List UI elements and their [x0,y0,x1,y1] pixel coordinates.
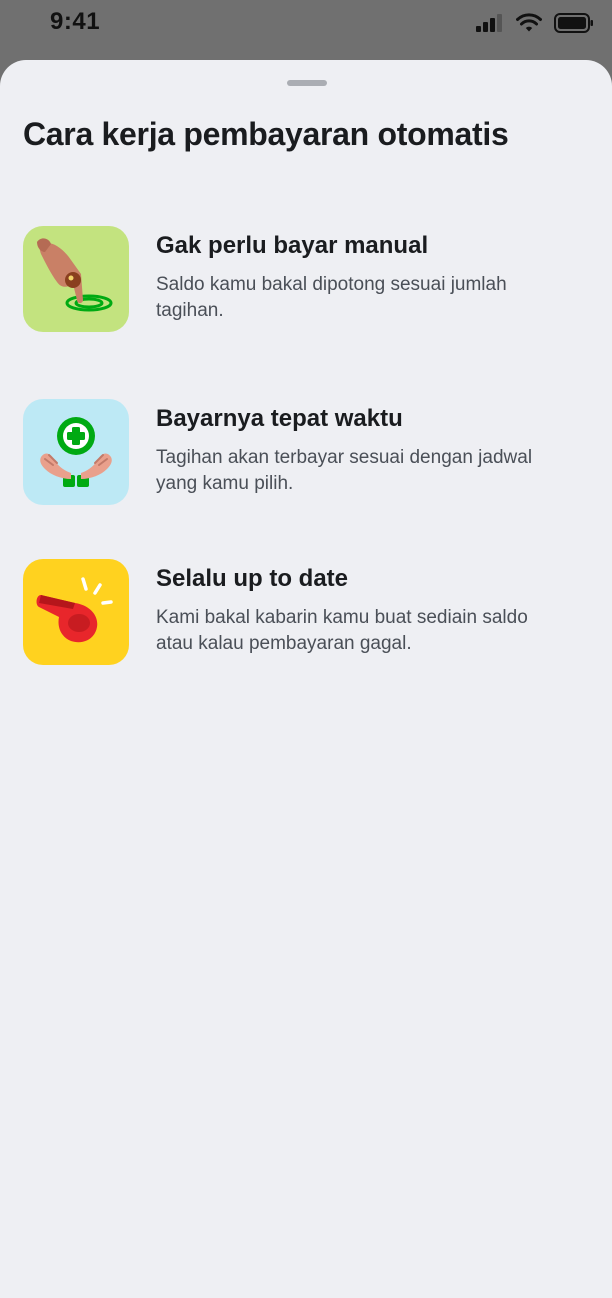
feature-description: Kami bakal kabarin kamu buat sediain sal… [156,607,528,654]
status-bar: 9:41 [0,0,612,56]
status-icons [476,12,594,34]
feature-title: Gak perlu bayar manual [156,232,429,259]
hand-tap-icon [23,226,129,332]
feature-description: Saldo kamu bakal dipotong sesuai jumlah … [156,274,507,321]
feature-title: Selalu up to date [156,565,349,592]
status-time: 9:41 [50,8,101,35]
feature-description: Tagihan akan terbayar sesuai dengan jadw… [156,447,533,494]
wifi-icon [516,13,542,32]
whistle-icon [23,559,129,665]
feature-title: Bayarnya tepat waktu [156,405,403,432]
bottom-sheet: Cara kerja pembayaran otomatis Gak perlu… [0,60,612,1298]
sheet-grabber[interactable] [287,80,327,86]
hands-plus-icon [23,399,129,505]
feature-item-manual-payment: Gak perlu bayar manual Saldo kamu bakal … [23,226,583,334]
signal-icon [476,14,502,32]
battery-icon [554,13,593,33]
feature-item-on-time: Bayarnya tepat waktu Tagihan akan terbay… [23,399,583,507]
feature-item-up-to-date: Selalu up to date Kami bakal kabarin kam… [23,559,583,667]
sheet-title: Cara kerja pembayaran otomatis [23,116,509,152]
